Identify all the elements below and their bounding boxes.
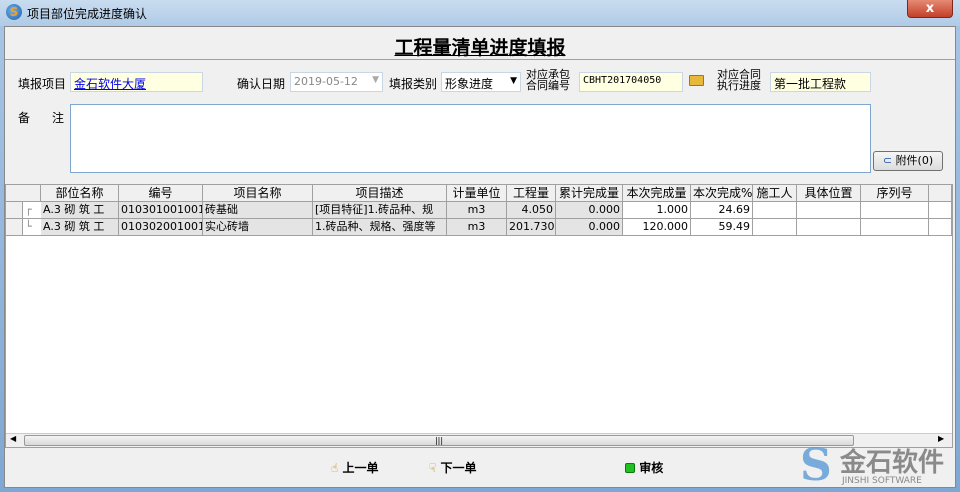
close-button[interactable]: x bbox=[907, 0, 953, 18]
col-header[interactable]: 部位名称 bbox=[41, 185, 119, 202]
app-logo-icon: S bbox=[6, 4, 22, 20]
project-label: 填报项目 bbox=[18, 77, 67, 91]
chevron-down-icon[interactable]: ▼ bbox=[372, 75, 379, 85]
next-button[interactable]: ☟ 下一单 bbox=[429, 459, 477, 476]
contract-label: 对应承包 合同编号 bbox=[526, 68, 570, 92]
col-header[interactable]: 计量单位 bbox=[447, 185, 507, 202]
green-square-icon bbox=[625, 463, 635, 473]
tree-connector: ┌ bbox=[23, 202, 41, 219]
scroll-left-icon[interactable]: ◀ bbox=[10, 434, 16, 443]
jinshi-logo: S 金石软件 JINSHI SOFTWARE bbox=[800, 440, 945, 491]
logo-s-icon: S bbox=[800, 440, 832, 491]
chevron-down-icon[interactable]: ▼ bbox=[510, 76, 517, 86]
date-field[interactable]: 2019-05-12 ▼ bbox=[290, 72, 383, 92]
type-select[interactable]: 形象进度 ▼ bbox=[441, 72, 521, 92]
memo-textarea[interactable] bbox=[70, 104, 871, 173]
date-label: 确认日期 bbox=[237, 77, 286, 91]
folder-open-icon[interactable] bbox=[689, 75, 704, 86]
type-label: 填报类别 bbox=[389, 77, 438, 91]
col-header[interactable]: 序列号 bbox=[861, 185, 929, 202]
memo-label-1: 备 bbox=[18, 111, 31, 125]
scroll-thumb[interactable]: ||| bbox=[24, 435, 854, 446]
col-header[interactable]: 具体位置 bbox=[797, 185, 861, 202]
date-value: 2019-05-12 bbox=[294, 75, 358, 88]
dialog: 工程量清单进度填报 填报项目 金石软件大厦 确认日期 2019-05-12 ▼ 填… bbox=[4, 26, 956, 488]
memo-label-2: 注 bbox=[52, 111, 65, 125]
hand-down-icon: ☟ bbox=[429, 461, 437, 475]
hand-up-icon: ☝ bbox=[331, 461, 339, 475]
table-row[interactable]: └ A.3 砌 筑 工 010302001001 实心砖墙 1.砖品种、规格、强… bbox=[6, 219, 952, 236]
col-header[interactable]: 施工人 bbox=[753, 185, 797, 202]
col-header[interactable]: 本次完成% bbox=[691, 185, 753, 202]
col-header[interactable]: 累计完成量 bbox=[556, 185, 623, 202]
col-header[interactable]: 项目名称 bbox=[203, 185, 313, 202]
title-bar: S 项目部位完成进度确认 x bbox=[0, 0, 960, 26]
table-header: 部位名称 编号 项目名称 项目描述 计量单位 工程量 累计完成量 本次完成量 本… bbox=[6, 185, 952, 202]
page-title: 工程量清单进度填报 bbox=[394, 37, 566, 59]
project-link[interactable]: 金石软件大厦 bbox=[74, 77, 146, 91]
project-field[interactable]: 金石软件大厦 bbox=[70, 72, 203, 92]
prev-button[interactable]: ☝ 上一单 bbox=[331, 459, 379, 476]
data-grid: 部位名称 编号 项目名称 项目描述 计量单位 工程量 累计完成量 本次完成量 本… bbox=[5, 184, 953, 448]
col-header[interactable]: 项目描述 bbox=[313, 185, 447, 202]
paperclip-icon: ⊂ bbox=[882, 154, 893, 167]
page-title-area: 工程量清单进度填报 bbox=[5, 27, 955, 60]
progress-label: 对应合同 执行进度 bbox=[717, 68, 761, 92]
attachment-button[interactable]: ⊂ 附件(0) bbox=[873, 151, 943, 171]
col-header[interactable]: 编号 bbox=[119, 185, 203, 202]
tree-connector: └ bbox=[23, 219, 41, 236]
progress-field[interactable]: 第一批工程款 bbox=[770, 72, 871, 92]
window-title: 项目部位完成进度确认 bbox=[27, 7, 148, 21]
audit-button[interactable]: 审核 bbox=[625, 459, 663, 476]
type-value: 形象进度 bbox=[445, 77, 494, 91]
col-header[interactable]: 本次完成量 bbox=[623, 185, 691, 202]
contract-field[interactable]: CBHT201704050 bbox=[579, 72, 683, 92]
col-header[interactable]: 工程量 bbox=[507, 185, 556, 202]
table-row[interactable]: ┌ A.3 砌 筑 工 010301001001 砖基础 [项目特征]1.砖品种… bbox=[6, 202, 952, 219]
